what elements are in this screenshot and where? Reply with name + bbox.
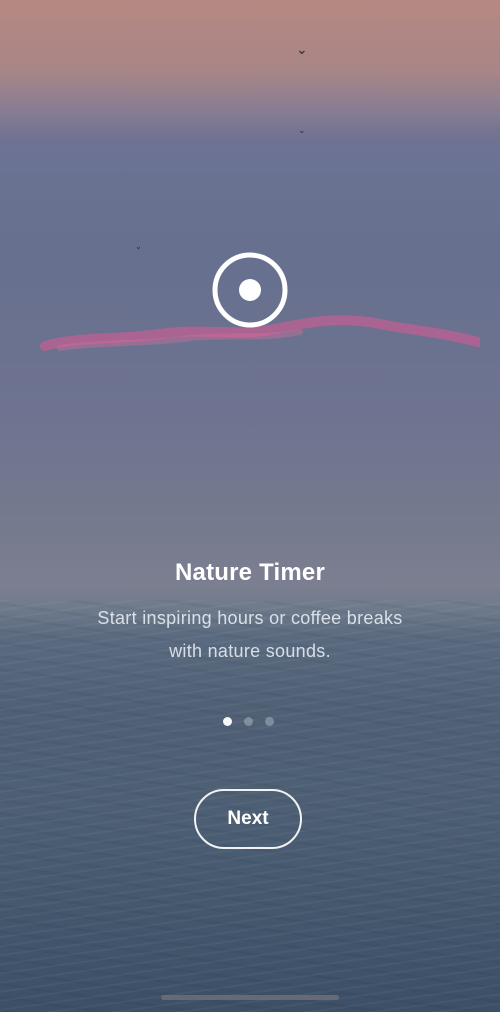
subtitle-line: with nature sounds. <box>169 641 331 661</box>
onboarding-title: Nature Timer <box>174 559 325 586</box>
circle-dot-icon <box>212 252 288 328</box>
subtitle-line: Start inspiring hours or coffee breaks <box>97 608 403 628</box>
onboarding-subtitle: Start inspiring hours or coffee breaks w… <box>50 602 450 668</box>
horizon-haze <box>0 118 500 148</box>
page-dot-active[interactable] <box>223 716 232 726</box>
bird-silhouette: ⌄ <box>296 41 308 57</box>
page-dot[interactable] <box>244 716 253 726</box>
next-button[interactable]: Next <box>194 789 302 849</box>
bird-silhouette: ⌄ <box>298 125 306 135</box>
page-dot[interactable] <box>265 716 274 726</box>
home-indicator[interactable] <box>161 995 339 1000</box>
page-indicator <box>223 715 283 727</box>
onboarding-screen: ⌄ ⌄ ⌄ Nature Timer Start inspiring hours… <box>0 0 500 1012</box>
bird-silhouette: ⌄ <box>135 242 142 251</box>
